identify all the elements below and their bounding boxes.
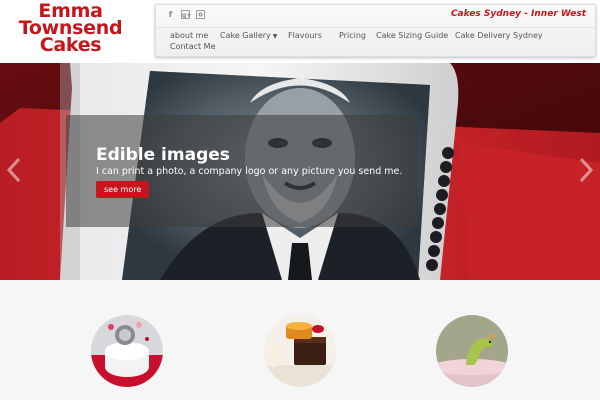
chevron-left-icon (6, 157, 21, 183)
slide-title: Edible images (96, 145, 230, 165)
green-bird-cake-image (436, 315, 508, 387)
navigation-bar: f g+ Cakes Sydney - Inner West about me … (155, 4, 596, 57)
nav-menu: about me Cake Gallery ▼ Flavours Pricing … (156, 27, 595, 41)
nav-item-pricing[interactable]: Pricing (339, 31, 366, 40)
site-tagline: Cakes Sydney - Inner West (450, 9, 586, 19)
nav-item-cake-sizing-guide[interactable]: Cake Sizing Guide (376, 31, 448, 40)
red-white-cake-image (91, 315, 163, 387)
chevron-right-icon (579, 157, 594, 183)
caret-down-icon: ▼ (272, 33, 278, 40)
site-header: Emma Townsend Cakes f g+ Cakes Sydney - … (0, 0, 600, 63)
nav-item-cake-gallery-label: Cake Gallery (220, 31, 271, 40)
slider-next-button[interactable] (578, 157, 594, 183)
nav-item-flavours[interactable]: Flavours (288, 31, 322, 40)
site-logo[interactable]: Emma Townsend Cakes (8, 2, 133, 56)
red-white-cake-thumbnail[interactable] (91, 315, 163, 387)
slider-prev-button[interactable] (6, 157, 22, 183)
nav-item-contact-me[interactable]: Contact Me (170, 42, 216, 51)
social-links: f g+ (166, 10, 205, 19)
featured-section (0, 280, 600, 400)
nav-item-cake-gallery[interactable]: Cake Gallery ▼ (220, 31, 277, 40)
slide-caption: Edible images I can print a photo, a com… (66, 115, 418, 227)
logo-line-3: Cakes (39, 34, 102, 56)
nav-item-cake-delivery-sydney[interactable]: Cake Delivery Sydney (455, 31, 543, 40)
nav-item-about-me[interactable]: about me (170, 31, 208, 40)
see-more-button[interactable]: see more (96, 181, 150, 198)
hero-slider: Edible images I can print a photo, a com… (0, 63, 600, 280)
green-bird-cake-thumbnail[interactable] (436, 315, 508, 387)
slide-subtitle: I can print a photo, a company logo or a… (96, 166, 403, 177)
instagram-icon[interactable] (196, 10, 205, 19)
petit-fours-thumbnail[interactable] (264, 315, 336, 387)
petit-fours-image (264, 315, 336, 387)
facebook-icon[interactable]: f (166, 10, 175, 19)
google-plus-icon[interactable]: g+ (181, 10, 191, 19)
